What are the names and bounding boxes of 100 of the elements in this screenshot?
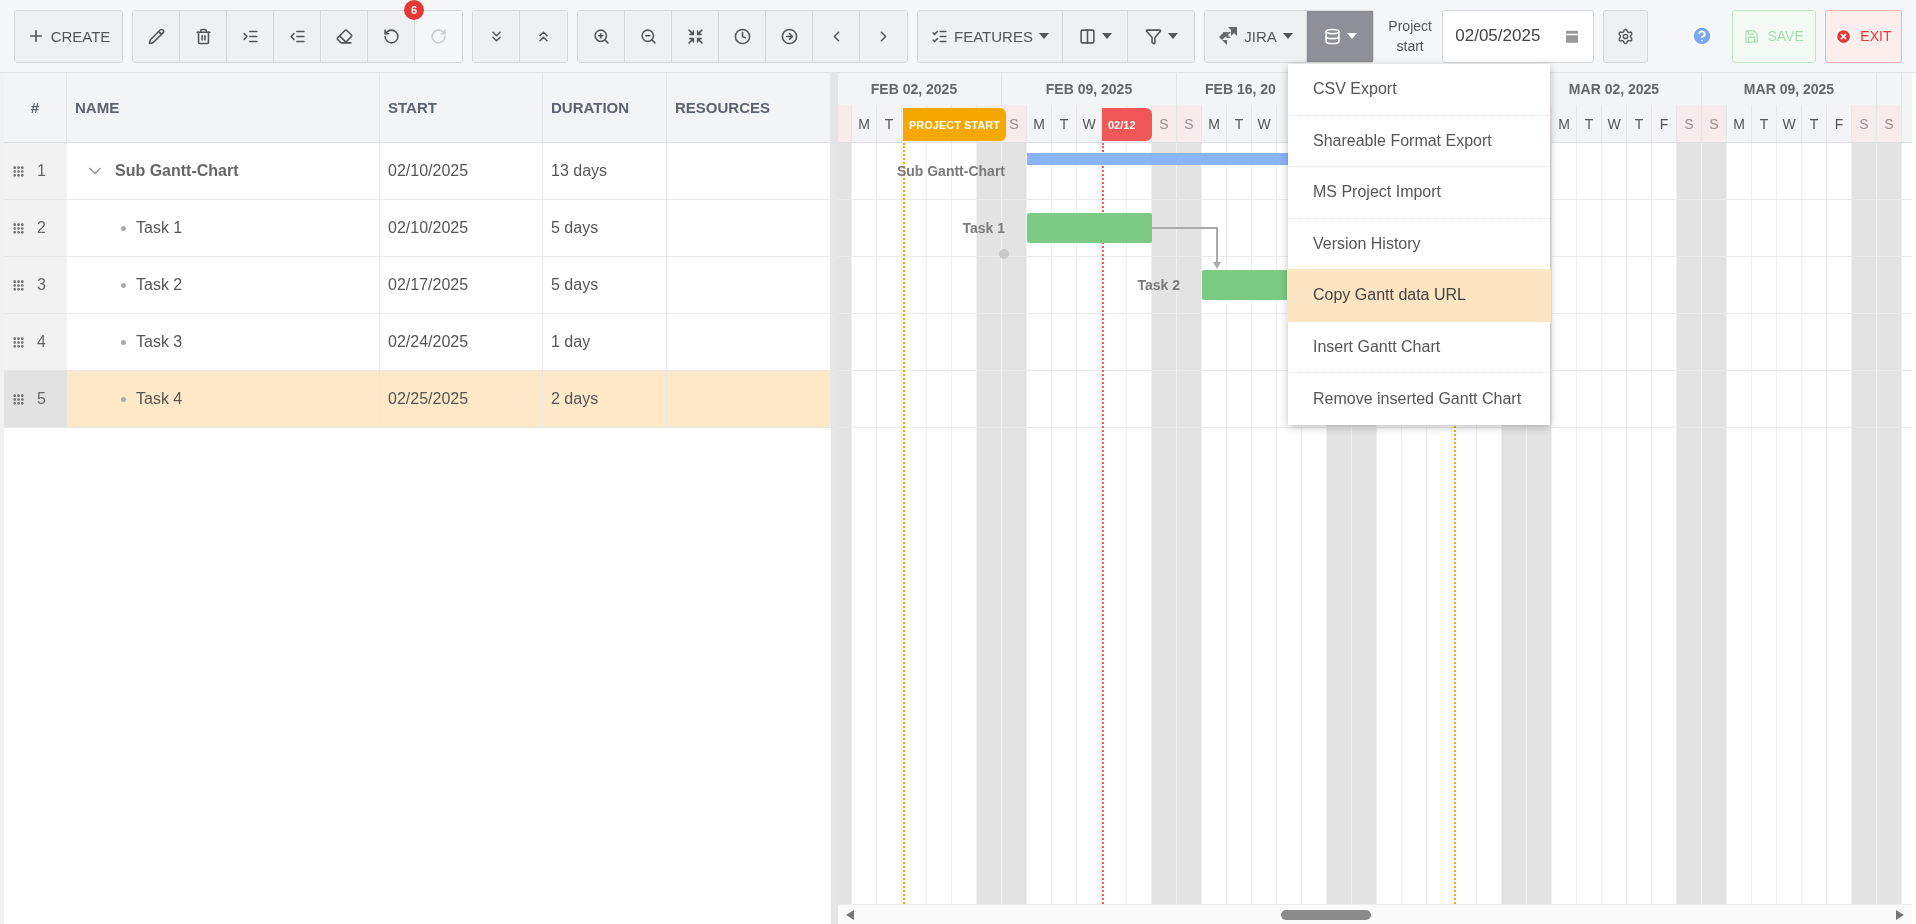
table-row[interactable]: 3 Task 2 02/17/2025 5 days bbox=[4, 257, 831, 314]
scroll-left-icon[interactable] bbox=[846, 909, 854, 920]
column-header: START bbox=[380, 73, 543, 142]
settings-button[interactable] bbox=[1603, 9, 1649, 63]
features-button[interactable]: FEATURES bbox=[918, 10, 1063, 62]
table-row[interactable]: 4 Task 3 02/24/2025 1 day bbox=[4, 314, 831, 371]
pencil-icon bbox=[147, 27, 165, 45]
eraser-icon bbox=[335, 27, 353, 45]
day-label: M bbox=[1558, 115, 1570, 132]
column-header: DURATION bbox=[543, 73, 667, 142]
day-label: M bbox=[1033, 115, 1045, 132]
week-label: MAR 02, 2025 bbox=[1568, 81, 1660, 97]
columns-button[interactable] bbox=[1063, 10, 1128, 62]
fit-button[interactable] bbox=[672, 10, 719, 62]
row-number: 4 bbox=[37, 333, 46, 351]
table-row[interactable]: 2 Task 1 02/10/2025 5 days bbox=[4, 200, 831, 257]
arrow-circle-icon bbox=[780, 27, 798, 45]
week-label: FEB 16, 20 bbox=[1205, 81, 1276, 97]
day-label: S bbox=[1159, 115, 1169, 132]
day-label: S bbox=[1009, 115, 1019, 132]
day-label: S bbox=[1859, 115, 1869, 132]
drag-handle-icon[interactable] bbox=[12, 164, 25, 178]
day-label: W bbox=[1257, 115, 1271, 132]
day-label: S bbox=[1684, 115, 1694, 132]
day-label: S bbox=[1184, 115, 1194, 132]
day-label: T bbox=[1234, 115, 1244, 132]
menu-item[interactable]: Remove inserted Gantt Chart bbox=[1288, 373, 1550, 425]
day-label: S bbox=[1884, 115, 1894, 132]
count-badge: 6 bbox=[404, 0, 424, 20]
day-label: S bbox=[1709, 115, 1719, 132]
close-icon bbox=[1835, 27, 1853, 45]
bar-label: Sub Gantt-Chart bbox=[896, 163, 1005, 179]
menu-item[interactable]: Copy Gantt data URL bbox=[1288, 270, 1550, 322]
bullet-icon bbox=[121, 396, 126, 402]
task-name: Task 4 bbox=[136, 390, 183, 408]
database-icon bbox=[1323, 27, 1341, 45]
drag-handle-icon[interactable] bbox=[12, 221, 25, 235]
day-label: T bbox=[1059, 115, 1069, 132]
menu-item[interactable]: CSV Export bbox=[1288, 64, 1550, 116]
link-handle[interactable] bbox=[999, 249, 1009, 259]
go-to-button[interactable] bbox=[766, 10, 813, 62]
save-icon bbox=[1744, 28, 1760, 44]
task-name: Sub Gantt-Chart bbox=[115, 162, 239, 180]
splitter-handle[interactable] bbox=[831, 73, 838, 924]
erase-button[interactable] bbox=[321, 10, 368, 62]
task-name: Task 2 bbox=[136, 276, 183, 294]
caret-icon bbox=[1167, 33, 1178, 39]
shrink-icon bbox=[686, 27, 704, 45]
caret-icon bbox=[1282, 33, 1293, 39]
day-label: M bbox=[1733, 115, 1745, 132]
filter-icon bbox=[1144, 27, 1162, 45]
day-label: T bbox=[884, 115, 894, 132]
scroll-right-icon[interactable] bbox=[1896, 909, 1904, 920]
project-start-label: Project start bbox=[1387, 17, 1433, 56]
undo-icon bbox=[382, 27, 400, 45]
task-name: Task 1 bbox=[136, 219, 183, 237]
filter-button[interactable] bbox=[1128, 10, 1194, 62]
table-row[interactable]: 5 Task 4 02/25/2025 2 days bbox=[4, 371, 831, 428]
row-number: 3 bbox=[37, 276, 46, 294]
caret-icon bbox=[1101, 33, 1112, 39]
zoom-out-button[interactable] bbox=[625, 10, 672, 62]
jira-button[interactable]: JIRA bbox=[1205, 10, 1307, 62]
drag-handle-icon[interactable] bbox=[12, 278, 25, 292]
day-label: T bbox=[1584, 115, 1594, 132]
create-button[interactable]: CREATE bbox=[15, 10, 122, 62]
trash-icon bbox=[194, 27, 212, 45]
date-field[interactable]: 02/05/2025 bbox=[1442, 9, 1595, 63]
data-button[interactable] bbox=[1307, 10, 1373, 62]
zoom-in-button[interactable] bbox=[578, 10, 625, 62]
day-label: F bbox=[1834, 115, 1844, 132]
row-number: 2 bbox=[37, 219, 46, 237]
column-header: NAME bbox=[67, 73, 380, 142]
day-label: W bbox=[1607, 115, 1621, 132]
table-row[interactable]: 1 Sub Gantt-Chart 02/10/2025 13 days bbox=[4, 143, 831, 200]
week-label: FEB 09, 2025 bbox=[1045, 81, 1133, 97]
caret-icon bbox=[1038, 33, 1049, 39]
menu-item[interactable]: Shareable Format Export bbox=[1288, 115, 1550, 167]
columns-icon bbox=[1078, 27, 1096, 45]
redo-icon bbox=[430, 27, 447, 45]
delete-button[interactable] bbox=[180, 10, 227, 62]
clock-button[interactable] bbox=[719, 10, 766, 62]
drag-handle-icon[interactable] bbox=[12, 335, 25, 349]
menu-item[interactable]: Insert Gantt Chart bbox=[1288, 321, 1550, 373]
day-label: W bbox=[1782, 115, 1796, 132]
exit-button[interactable]: EXIT bbox=[1824, 9, 1902, 63]
edit-button[interactable] bbox=[133, 10, 180, 62]
week-label: FEB 02, 2025 bbox=[870, 81, 958, 97]
day-label: F bbox=[1659, 115, 1669, 132]
day-label: T bbox=[1759, 115, 1769, 132]
task-name: Task 3 bbox=[136, 333, 183, 351]
scrollbar-thumb[interactable] bbox=[1281, 910, 1371, 920]
drag-handle-icon[interactable] bbox=[12, 392, 25, 406]
row-number: 5 bbox=[37, 390, 46, 408]
menu-item[interactable]: Version History bbox=[1288, 218, 1550, 270]
jira-logo-icon bbox=[1218, 26, 1239, 46]
menu-item[interactable]: MS Project Import bbox=[1288, 167, 1550, 219]
date-input[interactable]: 02/05/2025 bbox=[1455, 26, 1556, 46]
help-icon[interactable] bbox=[1691, 25, 1714, 47]
day-label: M bbox=[858, 115, 870, 132]
day-label: T bbox=[1634, 115, 1644, 132]
